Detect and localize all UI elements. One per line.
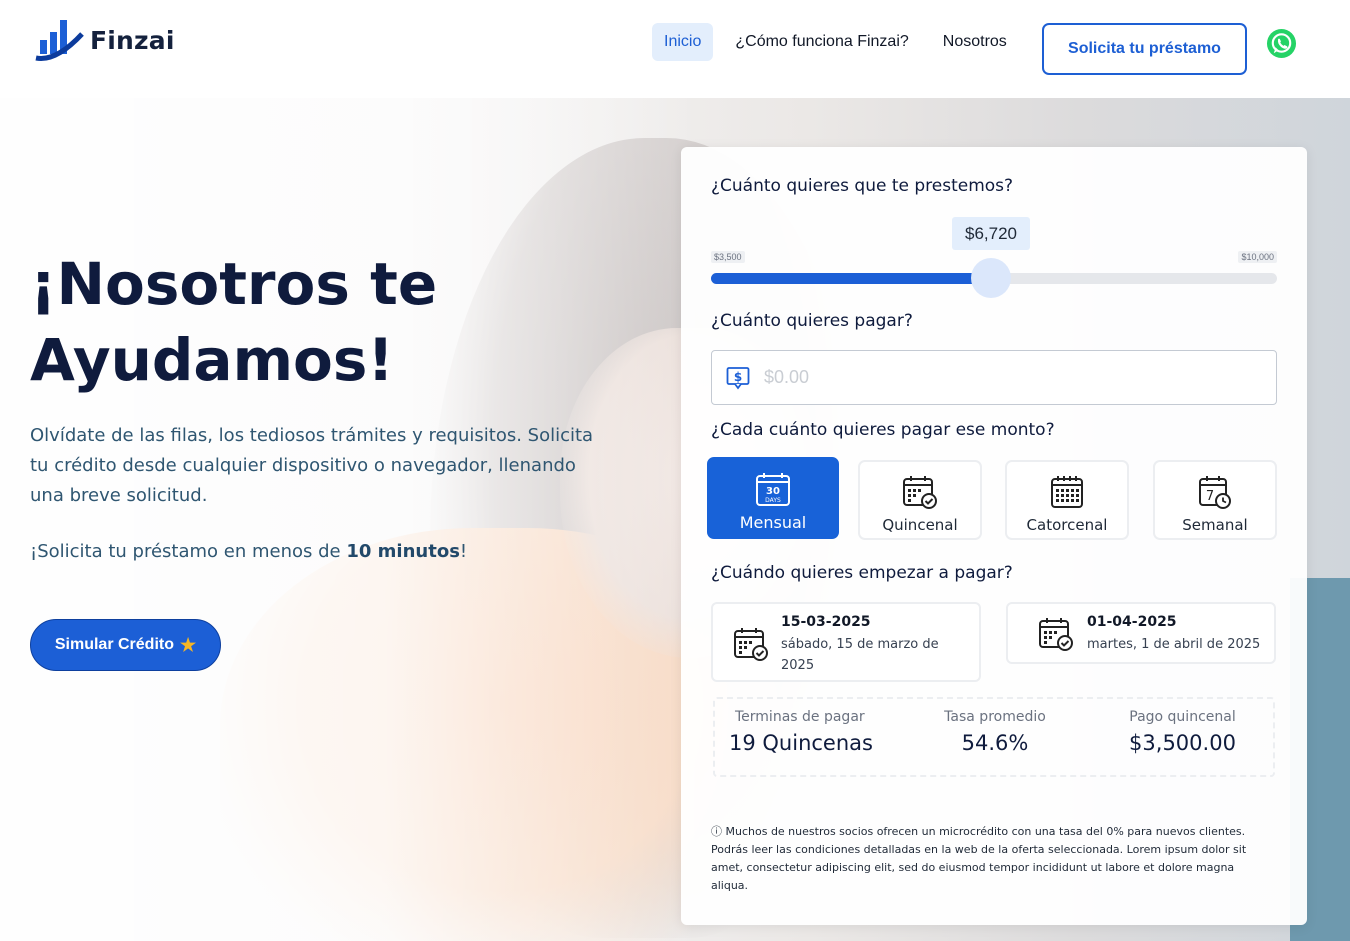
disclaimer-text: Muchos de nuestros socios ofrecen un mic… — [711, 825, 1247, 892]
slider-value-tooltip: $6,720 — [952, 217, 1030, 250]
calendar-check-icon — [1039, 618, 1073, 651]
svg-text:$: $ — [734, 370, 742, 384]
payment-amount-input[interactable] — [764, 367, 1244, 388]
start-date-long: sábado, 15 de marzo de 2025 — [781, 637, 939, 673]
amount-slider[interactable]: $6,720 $3,500 $10,000 — [711, 217, 1277, 299]
summary-rate: Tasa promedio 54.6% — [915, 709, 1075, 755]
slider-fill — [711, 273, 991, 284]
calendar-30-days-icon: 30 DAYS — [756, 473, 790, 506]
frequency-label: Semanal — [1182, 516, 1248, 534]
brand-name: Finzai — [90, 25, 175, 55]
site-header: Finzai Inicio ¿Cómo funciona Finzai? Nos… — [0, 0, 1350, 98]
summary-rate-value: 54.6% — [961, 731, 1029, 755]
svg-text:30: 30 — [766, 486, 780, 497]
frequency-option-catorcenal[interactable]: Catorcenal — [1005, 460, 1129, 540]
hero-subtext: ¡Solicita tu préstamo en menos de 10 min… — [30, 541, 610, 562]
summary-payment-label: Pago quincenal — [1129, 709, 1236, 725]
start-date-value: 01-04-2025 — [1087, 614, 1177, 630]
summary-term: Terminas de pagar 19 Quincenas — [729, 709, 879, 755]
start-question: ¿Cuándo quieres empezar a pagar? — [711, 563, 1013, 583]
hero-subtext-suffix: ! — [459, 541, 468, 562]
summary-payment: Pago quincenal $3,500.00 — [1100, 709, 1265, 755]
hero-subtext-highlight: 10 minutos — [346, 541, 460, 562]
svg-text:DAYS: DAYS — [765, 497, 781, 504]
svg-text:7: 7 — [1206, 489, 1214, 504]
frequency-option-semanal[interactable]: 7 Semanal — [1153, 460, 1277, 540]
nav-item-como-funciona[interactable]: ¿Cómo funciona Finzai? — [723, 23, 920, 61]
calendar-check-icon — [734, 628, 768, 661]
pay-question: ¿Cuánto quieres pagar? — [711, 311, 913, 331]
frequency-label: Catorcenal — [1026, 516, 1108, 534]
amount-question: ¿Cuánto quieres que te prestemos? — [711, 176, 1014, 196]
calendar-check-icon — [903, 476, 937, 509]
nav-item-nosotros[interactable]: Nosotros — [931, 23, 1019, 61]
slider-thumb[interactable] — [971, 258, 1011, 298]
whatsapp-icon[interactable] — [1266, 28, 1297, 59]
hero-description: Olvídate de las filas, los tediosos trám… — [30, 425, 594, 506]
start-date-option-2[interactable]: 01-04-2025 martes, 1 de abril de 2025 — [1006, 602, 1276, 664]
slider-min-label: $3,500 — [711, 251, 745, 263]
star-icon: ★ — [180, 634, 197, 655]
solicita-prestamo-button[interactable]: Solicita tu préstamo — [1042, 23, 1247, 75]
main-nav: Inicio ¿Cómo funciona Finzai? Nosotros — [652, 23, 1029, 61]
calendar-7-clock-icon: 7 — [1199, 476, 1231, 509]
start-date-long: martes, 1 de abril de 2025 — [1087, 637, 1261, 652]
simular-credito-label: Simular Crédito — [54, 636, 174, 653]
nav-item-inicio[interactable]: Inicio — [652, 23, 714, 61]
hero-title: ¡Nosotros te Ayudamos! — [30, 250, 438, 394]
hero-section: ¡Nosotros te Ayudamos! Olvídate de las f… — [0, 98, 1350, 941]
bar-chart-logo-icon — [35, 20, 84, 61]
calendar-grid-icon — [1051, 476, 1083, 508]
frequency-option-mensual[interactable]: 30 DAYS Mensual — [707, 457, 839, 539]
frequency-label: Quincenal — [882, 516, 958, 534]
summary-payment-value: $3,500.00 — [1129, 731, 1236, 755]
summary-term-value: 19 Quincenas — [729, 731, 873, 755]
loan-summary: Terminas de pagar 19 Quincenas Tasa prom… — [713, 697, 1275, 777]
hero-subtext-prefix: ¡Solicita tu préstamo en menos de — [30, 541, 347, 562]
hero-overlay — [0, 98, 700, 941]
brand-logo[interactable]: Finzai — [34, 18, 175, 62]
slider-max-label: $10,000 — [1238, 251, 1277, 263]
simular-credito-button[interactable]: Simular Crédito ★ — [30, 619, 221, 671]
start-date-value: 15-03-2025 — [781, 614, 871, 630]
summary-term-label: Terminas de pagar — [735, 709, 865, 725]
start-date-option-1[interactable]: 15-03-2025 sábado, 15 de marzo de 2025 — [711, 602, 981, 682]
dollar-message-icon: $ — [726, 366, 750, 389]
frequency-label: Mensual — [739, 513, 807, 532]
frequency-option-quincenal[interactable]: Quincenal — [858, 460, 982, 540]
frequency-question: ¿Cada cuánto quieres pagar ese monto? — [711, 420, 1055, 440]
payment-amount-field[interactable]: $ — [711, 350, 1277, 405]
summary-rate-label: Tasa promedio — [944, 709, 1046, 725]
info-icon: ⓘ — [711, 825, 726, 838]
disclaimer: ⓘ Muchos de nuestros socios ofrecen un m… — [711, 823, 1271, 895]
loan-calculator-card: ¿Cuánto quieres que te prestemos? $6,720… — [681, 147, 1307, 925]
